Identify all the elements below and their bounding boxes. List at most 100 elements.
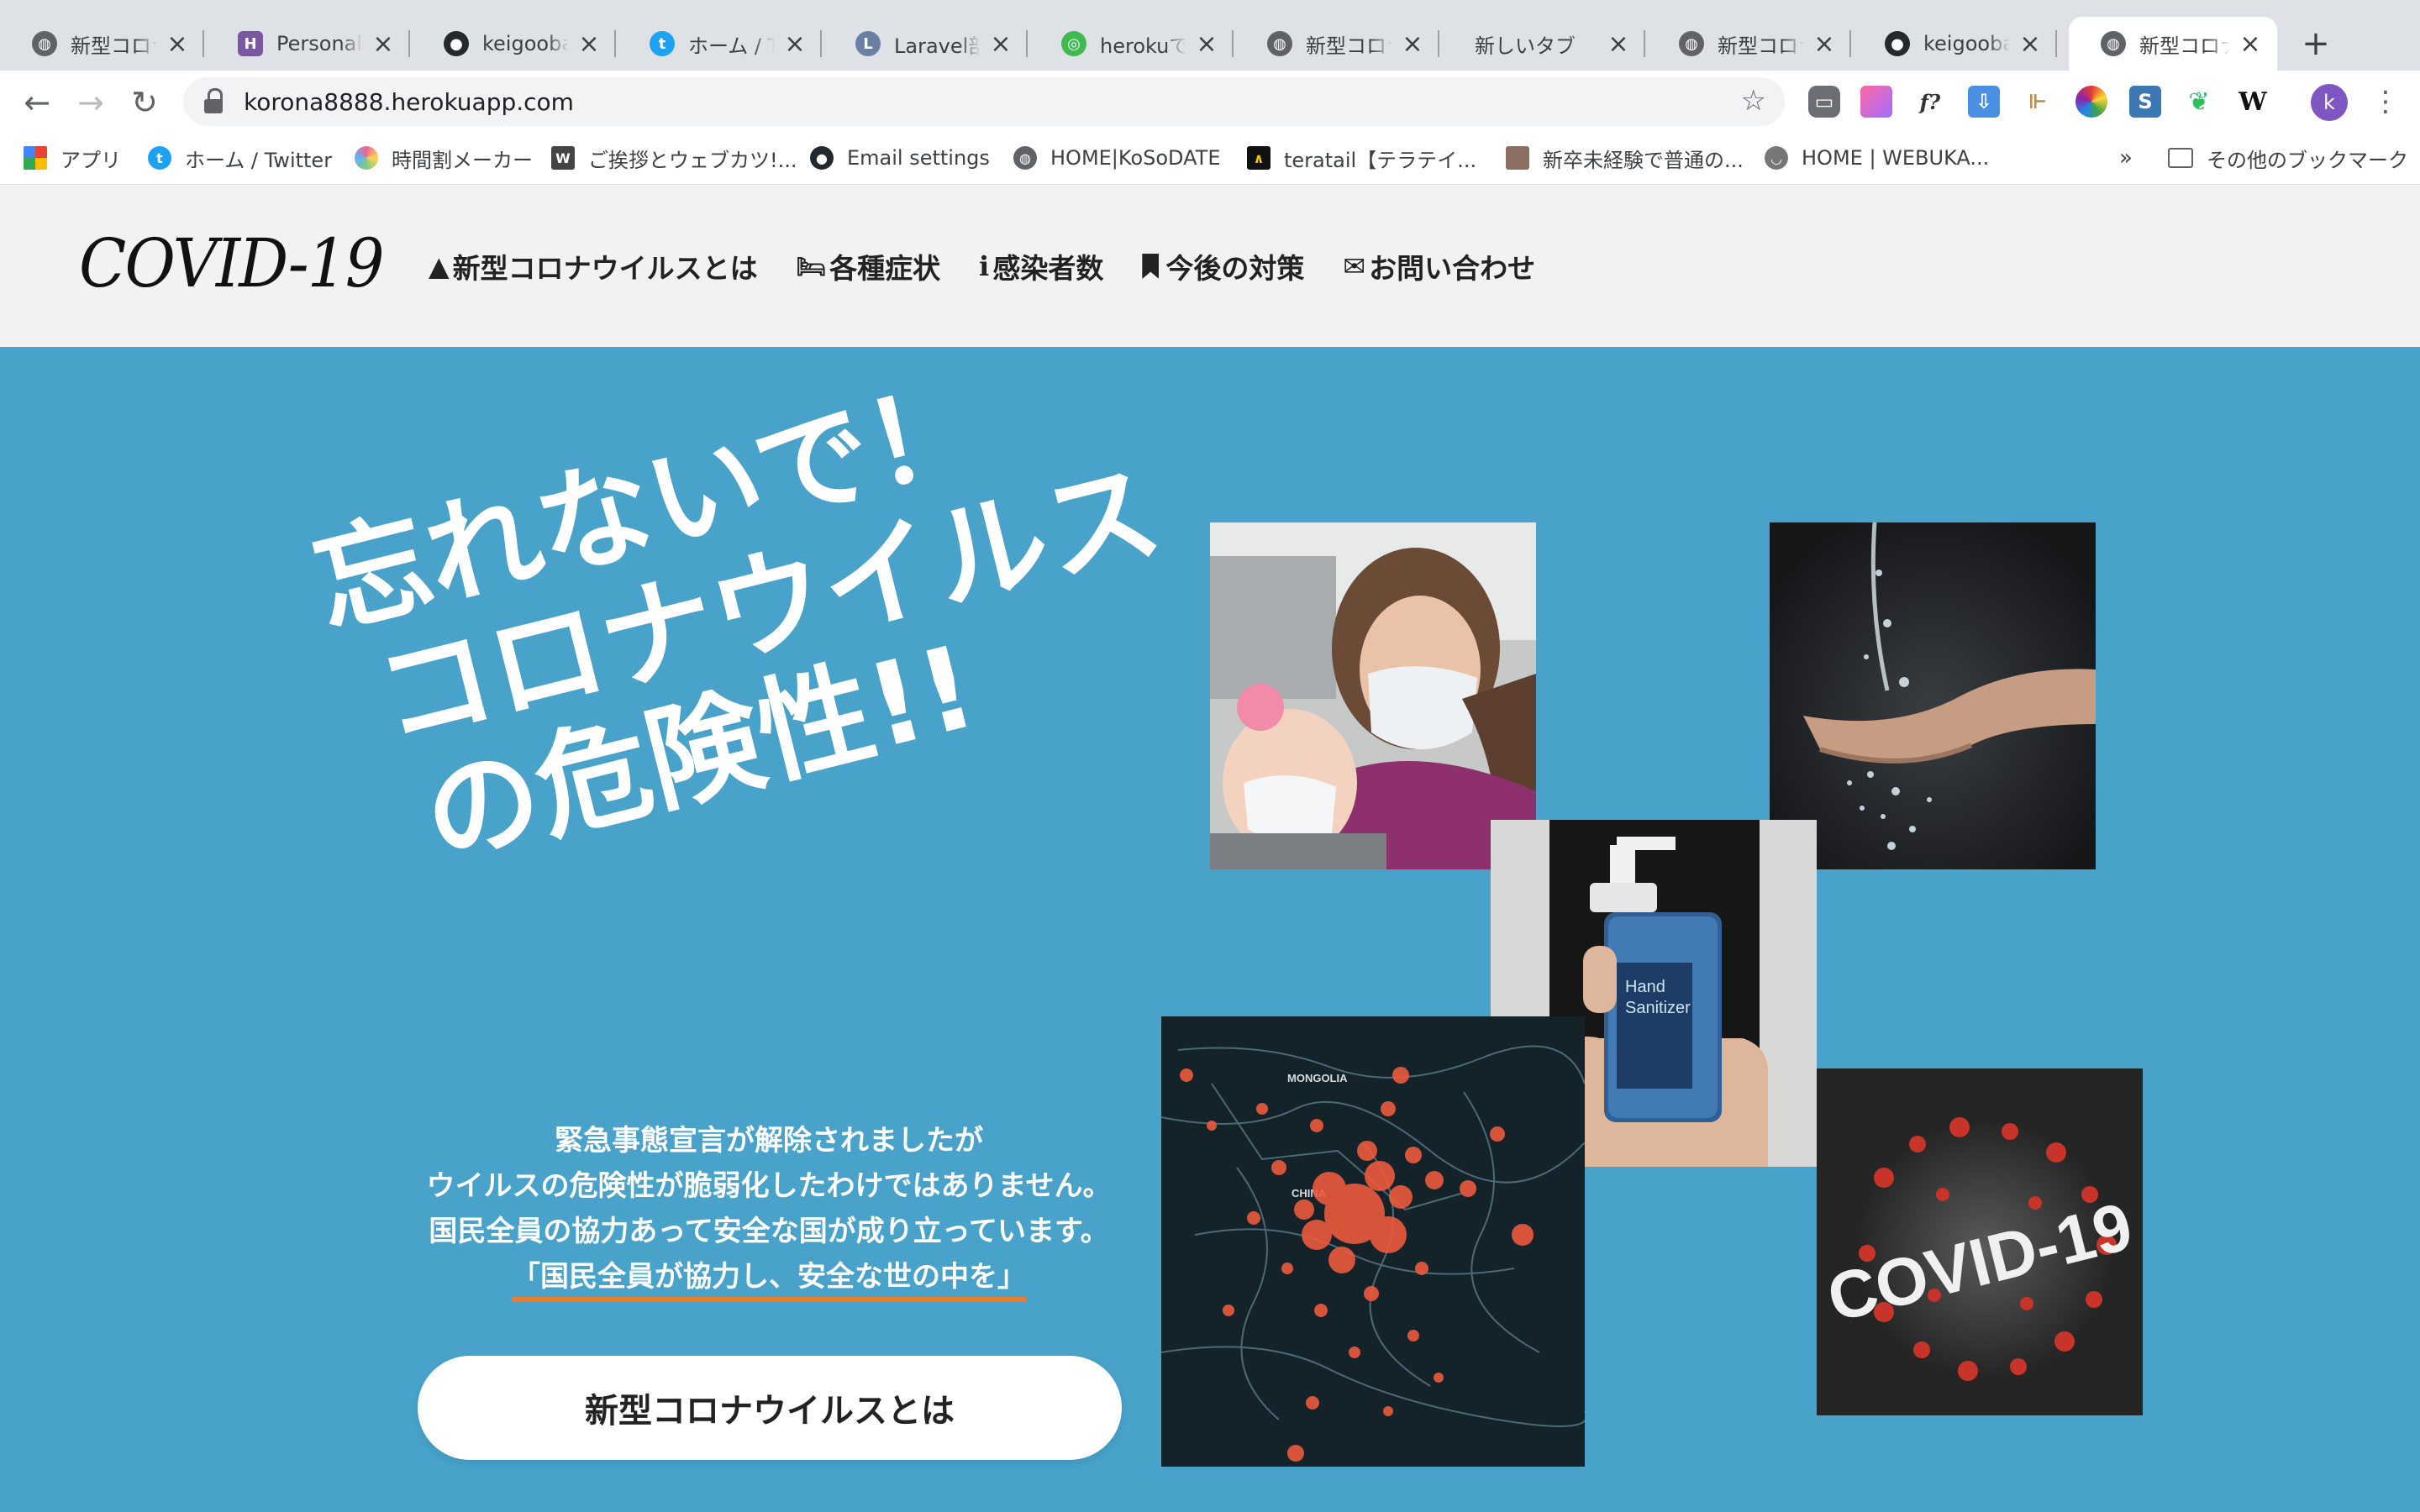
close-tab-icon[interactable]: × bbox=[783, 29, 807, 59]
nav-label: お問い合わせ bbox=[1369, 252, 1536, 285]
folder-icon bbox=[2168, 148, 2193, 168]
url-text: korona8888.herokuapp.com bbox=[244, 87, 574, 116]
forward-button[interactable]: → bbox=[71, 82, 111, 123]
s-extension-icon[interactable]: S bbox=[2129, 86, 2161, 118]
about-covid-cta-button[interactable]: 新型コロナウイルスとは bbox=[418, 1356, 1122, 1460]
bookmarks-overflow-button[interactable]: » bbox=[2119, 143, 2133, 173]
envelope-icon: ✉ bbox=[1343, 250, 1366, 282]
nav-symptoms[interactable]: 🛏 各種症状 bbox=[797, 246, 941, 286]
close-tab-icon[interactable]: × bbox=[577, 29, 601, 59]
avatar-icon bbox=[1506, 146, 1529, 170]
browser-tab[interactable]: t ホーム / Twitter × bbox=[618, 17, 822, 71]
nav-countermeasures[interactable]: 今後の対策 bbox=[1142, 246, 1304, 286]
bookmark-label: Email settings bbox=[847, 146, 990, 170]
tab-title: keigooba/korona bbox=[1923, 32, 2010, 55]
bookmark-webukatu-home[interactable]: ◡ HOME | WEBUKA... bbox=[1765, 143, 1989, 173]
bookmarks-bar: アプリ t ホーム / Twitter 時間割メーカー W ご挨拶とウェブカツ!… bbox=[0, 133, 2420, 185]
browser-tab[interactable]: ● keigooba/korona × bbox=[1853, 17, 2057, 71]
warning-triangle-icon: ▲ bbox=[429, 250, 450, 282]
browser-tab[interactable]: ◎ herokuでLaravel × bbox=[1029, 17, 1234, 71]
hero-section: 忘れないで！ コロナウイルス の危険性!! 緊急事態宣言が解除されましたが ウイ… bbox=[0, 347, 2420, 1512]
font-finder-icon[interactable]: f? bbox=[1914, 86, 1946, 118]
close-tab-icon[interactable]: × bbox=[166, 29, 189, 59]
bookmark-kosodate[interactable]: ◍ HOME|KoSoDATE bbox=[1013, 143, 1220, 173]
close-tab-icon[interactable]: × bbox=[1401, 29, 1424, 59]
color-picker-icon[interactable] bbox=[2075, 86, 2107, 118]
apps-grid-icon bbox=[24, 146, 47, 170]
site-logo[interactable]: COVID-19 bbox=[79, 224, 385, 302]
browser-menu-icon[interactable]: ⋮ bbox=[2371, 81, 2400, 123]
nav-label: 感染者数 bbox=[992, 252, 1104, 285]
twitter-icon: t bbox=[148, 146, 171, 170]
bookmark-star-icon[interactable]: ☆ bbox=[1741, 84, 1766, 118]
ruler-extension-icon[interactable]: ⊩ bbox=[2022, 86, 2054, 118]
new-tab-button[interactable]: + bbox=[2296, 24, 2336, 64]
browser-tab[interactable]: ◍ 新型コロナウイルス × bbox=[0, 17, 204, 71]
tab-title: keigooba/korona bbox=[482, 32, 569, 55]
wikipedia-icon[interactable]: W bbox=[2237, 86, 2269, 118]
github-icon: ● bbox=[444, 31, 469, 56]
browser-tab[interactable]: ● keigooba/korona × bbox=[412, 17, 616, 71]
tab-title: 新型コロナウイルス bbox=[1306, 34, 1392, 58]
gradient-extension-icon[interactable] bbox=[1860, 86, 1892, 118]
hero-message: 緊急事態宣言が解除されましたが ウイルスの危険性が脆弱化したわけではありません。… bbox=[336, 1118, 1202, 1302]
nav-contact[interactable]: ✉ お問い合わせ bbox=[1343, 246, 1535, 286]
nav-label: 各種症状 bbox=[829, 252, 941, 285]
nav-about-covid[interactable]: ▲ 新型コロナウイルスとは bbox=[429, 246, 758, 286]
download-extension-icon[interactable]: ⇩ bbox=[1968, 86, 2000, 118]
close-tab-icon[interactable]: × bbox=[2238, 29, 2262, 59]
tab-title: 新しいタブ bbox=[1475, 34, 1576, 58]
browser-toolbar: ← → ↻ korona8888.herokuapp.com ☆ ▭ f? ⇩ … bbox=[0, 71, 2420, 133]
reload-button[interactable]: ↻ bbox=[124, 82, 165, 123]
pie-icon bbox=[355, 146, 378, 170]
bed-icon: 🛏 bbox=[796, 252, 827, 281]
bookmark-teratail[interactable]: ∧ teratail【テラテイ... bbox=[1247, 143, 1476, 173]
bookmark-webukatu[interactable]: W ご挨拶とウェブカツ!... bbox=[551, 143, 797, 173]
teratail-icon: ∧ bbox=[1247, 146, 1270, 170]
globe-icon: ◍ bbox=[1267, 31, 1292, 56]
nav-infections[interactable]: ℹ 感染者数 bbox=[979, 246, 1103, 286]
laravel-icon: L bbox=[855, 31, 881, 56]
bookmark-email-settings[interactable]: ● Email settings bbox=[810, 143, 990, 173]
browser-tab-strip: ◍ 新型コロナウイルス × H Personal access × ● keig… bbox=[0, 0, 2420, 71]
browser-tab[interactable]: ◍ 新型コロナウイルス × bbox=[1647, 17, 1851, 71]
map-label: MONGOLIA bbox=[1287, 1072, 1348, 1084]
bookmark-label: 時間割メーカー bbox=[392, 148, 533, 172]
heroku-icon: H bbox=[238, 31, 263, 56]
close-tab-icon[interactable]: × bbox=[371, 29, 395, 59]
browser-tab-active[interactable]: ◍ 新型コロナウイルス × bbox=[2069, 17, 2277, 71]
github-icon: ● bbox=[1885, 31, 1910, 56]
bookmark-label: その他のブックマーク bbox=[2207, 148, 2408, 172]
close-tab-icon[interactable]: × bbox=[989, 29, 1013, 59]
back-button[interactable]: ← bbox=[17, 82, 57, 123]
lock-icon bbox=[203, 88, 225, 115]
bookmark-apps[interactable]: アプリ bbox=[24, 143, 121, 173]
message-line: 国民全員の協力あって安全な国が成り立っています。 bbox=[429, 1215, 1109, 1248]
evernote-icon[interactable]: ❦ bbox=[2183, 86, 2215, 118]
tab-title: ホーム / Twitter bbox=[688, 34, 775, 58]
bookmark-timetable[interactable]: 時間割メーカー bbox=[355, 143, 533, 173]
tab-title: Laravel部屋 bbox=[894, 34, 981, 58]
heroku-icon: ◎ bbox=[1061, 31, 1086, 56]
bookmark-icon bbox=[1142, 254, 1160, 279]
browser-tab[interactable]: ◍ 新型コロナウイルス × bbox=[1235, 17, 1439, 71]
bookmark-label: HOME|KoSoDATE bbox=[1050, 146, 1221, 170]
profile-avatar[interactable]: k bbox=[2311, 84, 2348, 121]
other-bookmarks-folder[interactable]: その他のブックマーク bbox=[2168, 143, 2408, 173]
close-tab-icon[interactable]: × bbox=[1195, 29, 1218, 59]
bookmark-twitter[interactable]: t ホーム / Twitter bbox=[148, 143, 332, 173]
photo-infection-map: MONGOLIA CHINA bbox=[1161, 1016, 1585, 1467]
bookmark-shinsotsu[interactable]: 新卒未経験で普通の... bbox=[1506, 143, 1744, 173]
line-extension-icon[interactable]: ▭ bbox=[1808, 86, 1840, 118]
close-tab-icon[interactable]: × bbox=[1607, 29, 1630, 59]
address-bar[interactable]: korona8888.herokuapp.com ☆ bbox=[183, 77, 1785, 126]
close-tab-icon[interactable]: × bbox=[2018, 29, 2042, 59]
svg-text:Sanitizer: Sanitizer bbox=[1625, 999, 1691, 1017]
browser-tab[interactable]: H Personal access × bbox=[206, 17, 410, 71]
browser-tab[interactable]: 新しいタブ × bbox=[1441, 17, 1645, 71]
close-tab-icon[interactable]: × bbox=[1812, 29, 1836, 59]
bookmark-label: アプリ bbox=[60, 148, 121, 172]
browser-tab[interactable]: L Laravel部屋 × bbox=[823, 17, 1028, 71]
tab-title: Personal access bbox=[276, 32, 363, 55]
ghost-icon: ◡ bbox=[1765, 146, 1788, 170]
